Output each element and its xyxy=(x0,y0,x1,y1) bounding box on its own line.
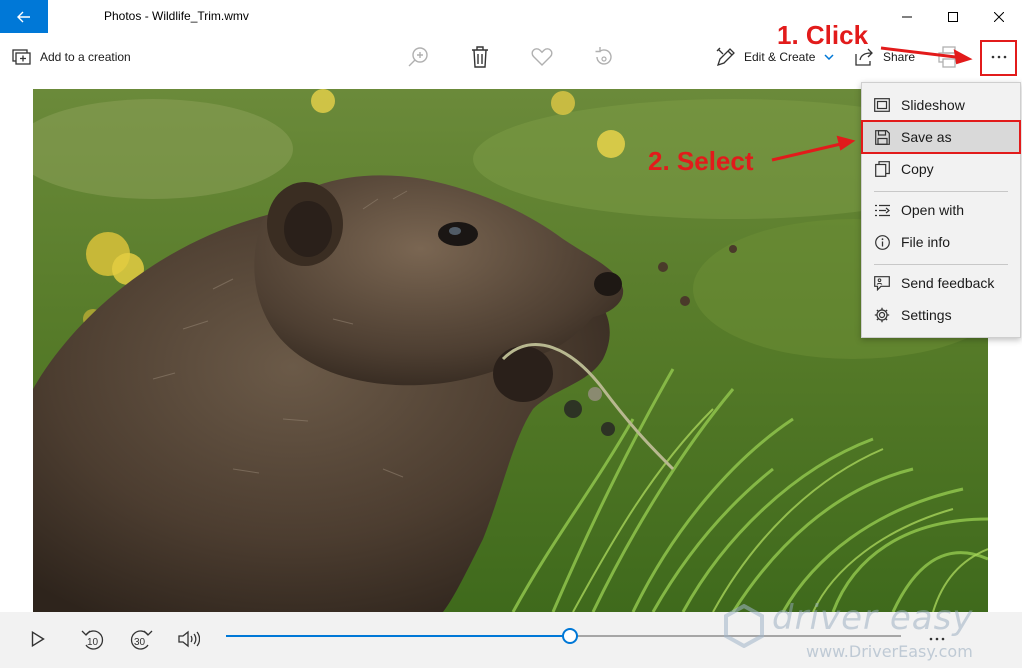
feedback-icon xyxy=(874,275,890,291)
favorite-button[interactable] xyxy=(529,44,555,70)
play-button[interactable] xyxy=(23,624,53,654)
volume-icon xyxy=(178,630,200,648)
zoom-button[interactable] xyxy=(405,44,431,70)
title-bar: Photos - Wildlife_Trim.wmv xyxy=(0,0,1022,33)
watermark: driver easy www.DriverEasy.com xyxy=(724,598,1019,666)
slideshow-icon xyxy=(874,97,890,113)
add-to-creation-button[interactable]: Add to a creation xyxy=(12,33,131,81)
open-with-icon xyxy=(874,202,890,218)
skip-forward-button[interactable]: 30 xyxy=(126,624,156,654)
seek-bar-progress xyxy=(226,635,571,637)
close-icon xyxy=(994,11,1004,22)
menu-item-slideshow[interactable]: Slideshow xyxy=(862,89,1020,121)
heart-icon xyxy=(531,48,553,66)
delete-button[interactable] xyxy=(467,44,493,70)
forward-seconds: 30 xyxy=(134,637,146,648)
driver-easy-logo-icon xyxy=(724,604,764,648)
copy-icon xyxy=(874,161,890,177)
window-title: Photos - Wildlife_Trim.wmv xyxy=(104,9,249,23)
gear-icon xyxy=(874,307,890,323)
edit-create-label: Edit & Create xyxy=(744,50,816,64)
rewind-seconds: 10 xyxy=(87,637,99,648)
share-label: Share xyxy=(883,50,916,64)
minimize-icon xyxy=(902,16,912,17)
printer-icon xyxy=(938,46,960,68)
menu-item-label: Send feedback xyxy=(901,275,995,291)
menu-item-label: File info xyxy=(901,234,951,250)
toolbar: Add to a creation Edit & Create Share xyxy=(0,33,1022,81)
rewind-button[interactable]: 10 xyxy=(78,624,108,654)
trash-icon xyxy=(472,46,488,68)
zoom-in-icon xyxy=(408,47,428,67)
annotation-step2: 2. Select xyxy=(648,146,754,176)
add-to-creation-label: Add to a creation xyxy=(40,50,131,64)
menu-item-open-with[interactable]: Open with xyxy=(862,194,1020,226)
menu-item-file-info[interactable]: File info xyxy=(862,226,1020,258)
video-frame[interactable] xyxy=(33,89,988,612)
rotate-icon xyxy=(595,47,612,65)
annotation-highlight-save-as xyxy=(861,120,1021,154)
info-icon xyxy=(874,234,890,250)
menu-item-label: Open with xyxy=(901,202,965,218)
menu-separator xyxy=(874,191,1008,192)
volume-button[interactable] xyxy=(174,624,204,654)
annotation-step1: 1. Click xyxy=(777,20,869,50)
menu-separator xyxy=(874,264,1008,265)
maximize-icon xyxy=(948,11,958,22)
menu-item-settings[interactable]: Settings xyxy=(862,299,1020,331)
rotate-button[interactable] xyxy=(591,44,617,70)
menu-item-label: Settings xyxy=(901,307,952,323)
menu-item-label: Copy xyxy=(901,161,934,177)
marmot-photo xyxy=(33,89,988,612)
print-button[interactable] xyxy=(936,44,962,70)
minimize-button[interactable] xyxy=(884,0,930,33)
back-arrow-icon xyxy=(17,11,30,22)
seek-bar-thumb[interactable] xyxy=(562,628,579,644)
menu-item-send-feedback[interactable]: Send feedback xyxy=(862,267,1020,299)
watermark-url: www.DriverEasy.com xyxy=(806,642,973,661)
add-creation-icon xyxy=(12,49,31,65)
edit-pen-icon xyxy=(716,47,735,67)
menu-item-copy[interactable]: Copy xyxy=(862,153,1020,185)
menu-item-label: Slideshow xyxy=(901,97,965,113)
annotation-highlight-more xyxy=(980,40,1017,76)
chevron-down-icon xyxy=(824,54,834,60)
maximize-button[interactable] xyxy=(930,0,976,33)
close-button[interactable] xyxy=(976,0,1022,33)
watermark-brand: driver easy xyxy=(772,598,974,638)
back-button[interactable] xyxy=(0,0,48,33)
play-icon xyxy=(31,631,45,647)
